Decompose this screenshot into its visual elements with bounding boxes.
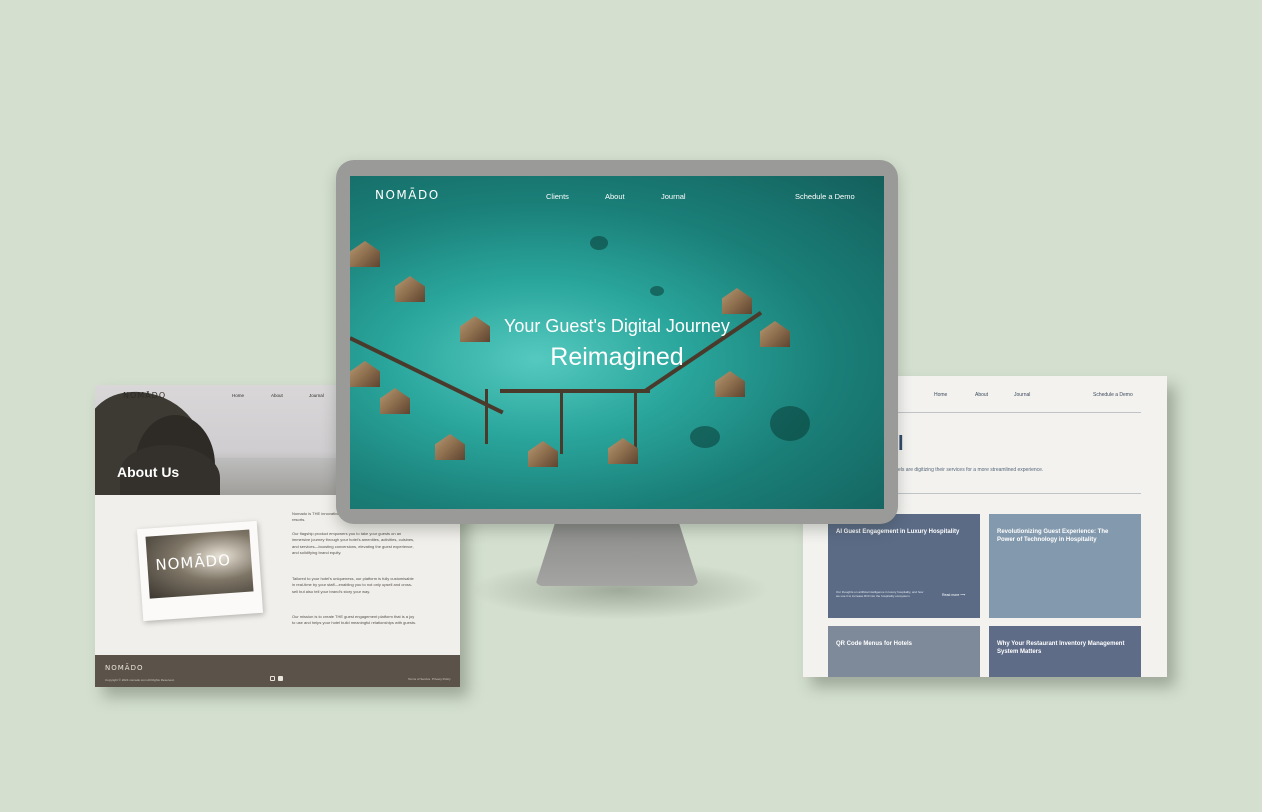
screen-cta-schedule-demo[interactable]: Schedule a Demo bbox=[795, 192, 855, 201]
about-logo[interactable]: NOMĀDO bbox=[123, 391, 166, 400]
journal-nav-home[interactable]: Home bbox=[934, 392, 947, 398]
about-footer: NOMĀDO Copyright © 2024 nomado.com All R… bbox=[95, 655, 460, 687]
about-nav-about[interactable]: About bbox=[271, 393, 283, 398]
journal-nav-about[interactable]: About bbox=[975, 392, 988, 398]
journal-nav-journal[interactable]: Journal bbox=[1014, 392, 1030, 398]
journal-card[interactable]: AI Guest Engagement in Luxury Hospitalit… bbox=[828, 514, 980, 618]
read-more-link[interactable]: Read more ⟶ bbox=[942, 593, 965, 597]
footer-terms-link[interactable]: Terms of Service bbox=[408, 677, 430, 681]
screen-nav-clients[interactable]: Clients bbox=[546, 192, 569, 201]
about-paragraph-3: Tailored to your hotel's uniqueness, our… bbox=[292, 576, 414, 594]
screen-logo[interactable]: NOMĀDO bbox=[375, 188, 440, 202]
journal-card[interactable]: Why Your Restaurant Inventory Management… bbox=[989, 626, 1141, 677]
instagram-icon[interactable] bbox=[270, 676, 275, 681]
footer-logo[interactable]: NOMĀDO bbox=[105, 664, 143, 672]
screen-nav-journal[interactable]: Journal bbox=[661, 192, 686, 201]
about-paragraph-4: Our mission is to create THE guest engag… bbox=[292, 614, 417, 626]
screen-nav-about[interactable]: About bbox=[605, 192, 625, 201]
card-description: Our thoughts on artificial intelligence … bbox=[836, 590, 924, 598]
card-title: QR Code Menus for Hotels bbox=[836, 641, 913, 647]
monitor-stand bbox=[535, 524, 699, 586]
polaroid-photo: NOMĀDO bbox=[136, 520, 264, 622]
card-title: AI Guest Engagement in Luxury Hospitalit… bbox=[836, 529, 960, 535]
about-paragraph-2: Our flagship product empowers you to tak… bbox=[292, 531, 415, 555]
journal-cta-schedule-demo[interactable]: Schedule a Demo bbox=[1093, 392, 1133, 398]
about-nav-journal[interactable]: Journal bbox=[309, 393, 324, 398]
journal-heading: l bbox=[898, 433, 904, 455]
about-title: About Us bbox=[117, 464, 180, 480]
journal-card[interactable]: QR Code Menus for Hotels bbox=[828, 626, 980, 677]
about-nav-home[interactable]: Home bbox=[232, 393, 244, 398]
linkedin-icon[interactable] bbox=[278, 676, 283, 681]
footer-privacy-link[interactable]: Privacy Policy bbox=[432, 677, 451, 681]
card-title: Why Your Restaurant Inventory Management… bbox=[997, 641, 1125, 655]
journal-subtitle: els are digitizing their services for a … bbox=[898, 467, 1044, 473]
hero-headline: Your Guest's Digital Journey bbox=[504, 316, 730, 336]
hero-subheadline: Reimagined bbox=[550, 343, 684, 371]
card-title: Revolutionizing Guest Experience: The Po… bbox=[997, 529, 1109, 543]
journal-card[interactable]: Revolutionizing Guest Experience: The Po… bbox=[989, 514, 1141, 618]
footer-copyright: Copyright © 2024 nomado.com All Rights R… bbox=[105, 678, 175, 682]
